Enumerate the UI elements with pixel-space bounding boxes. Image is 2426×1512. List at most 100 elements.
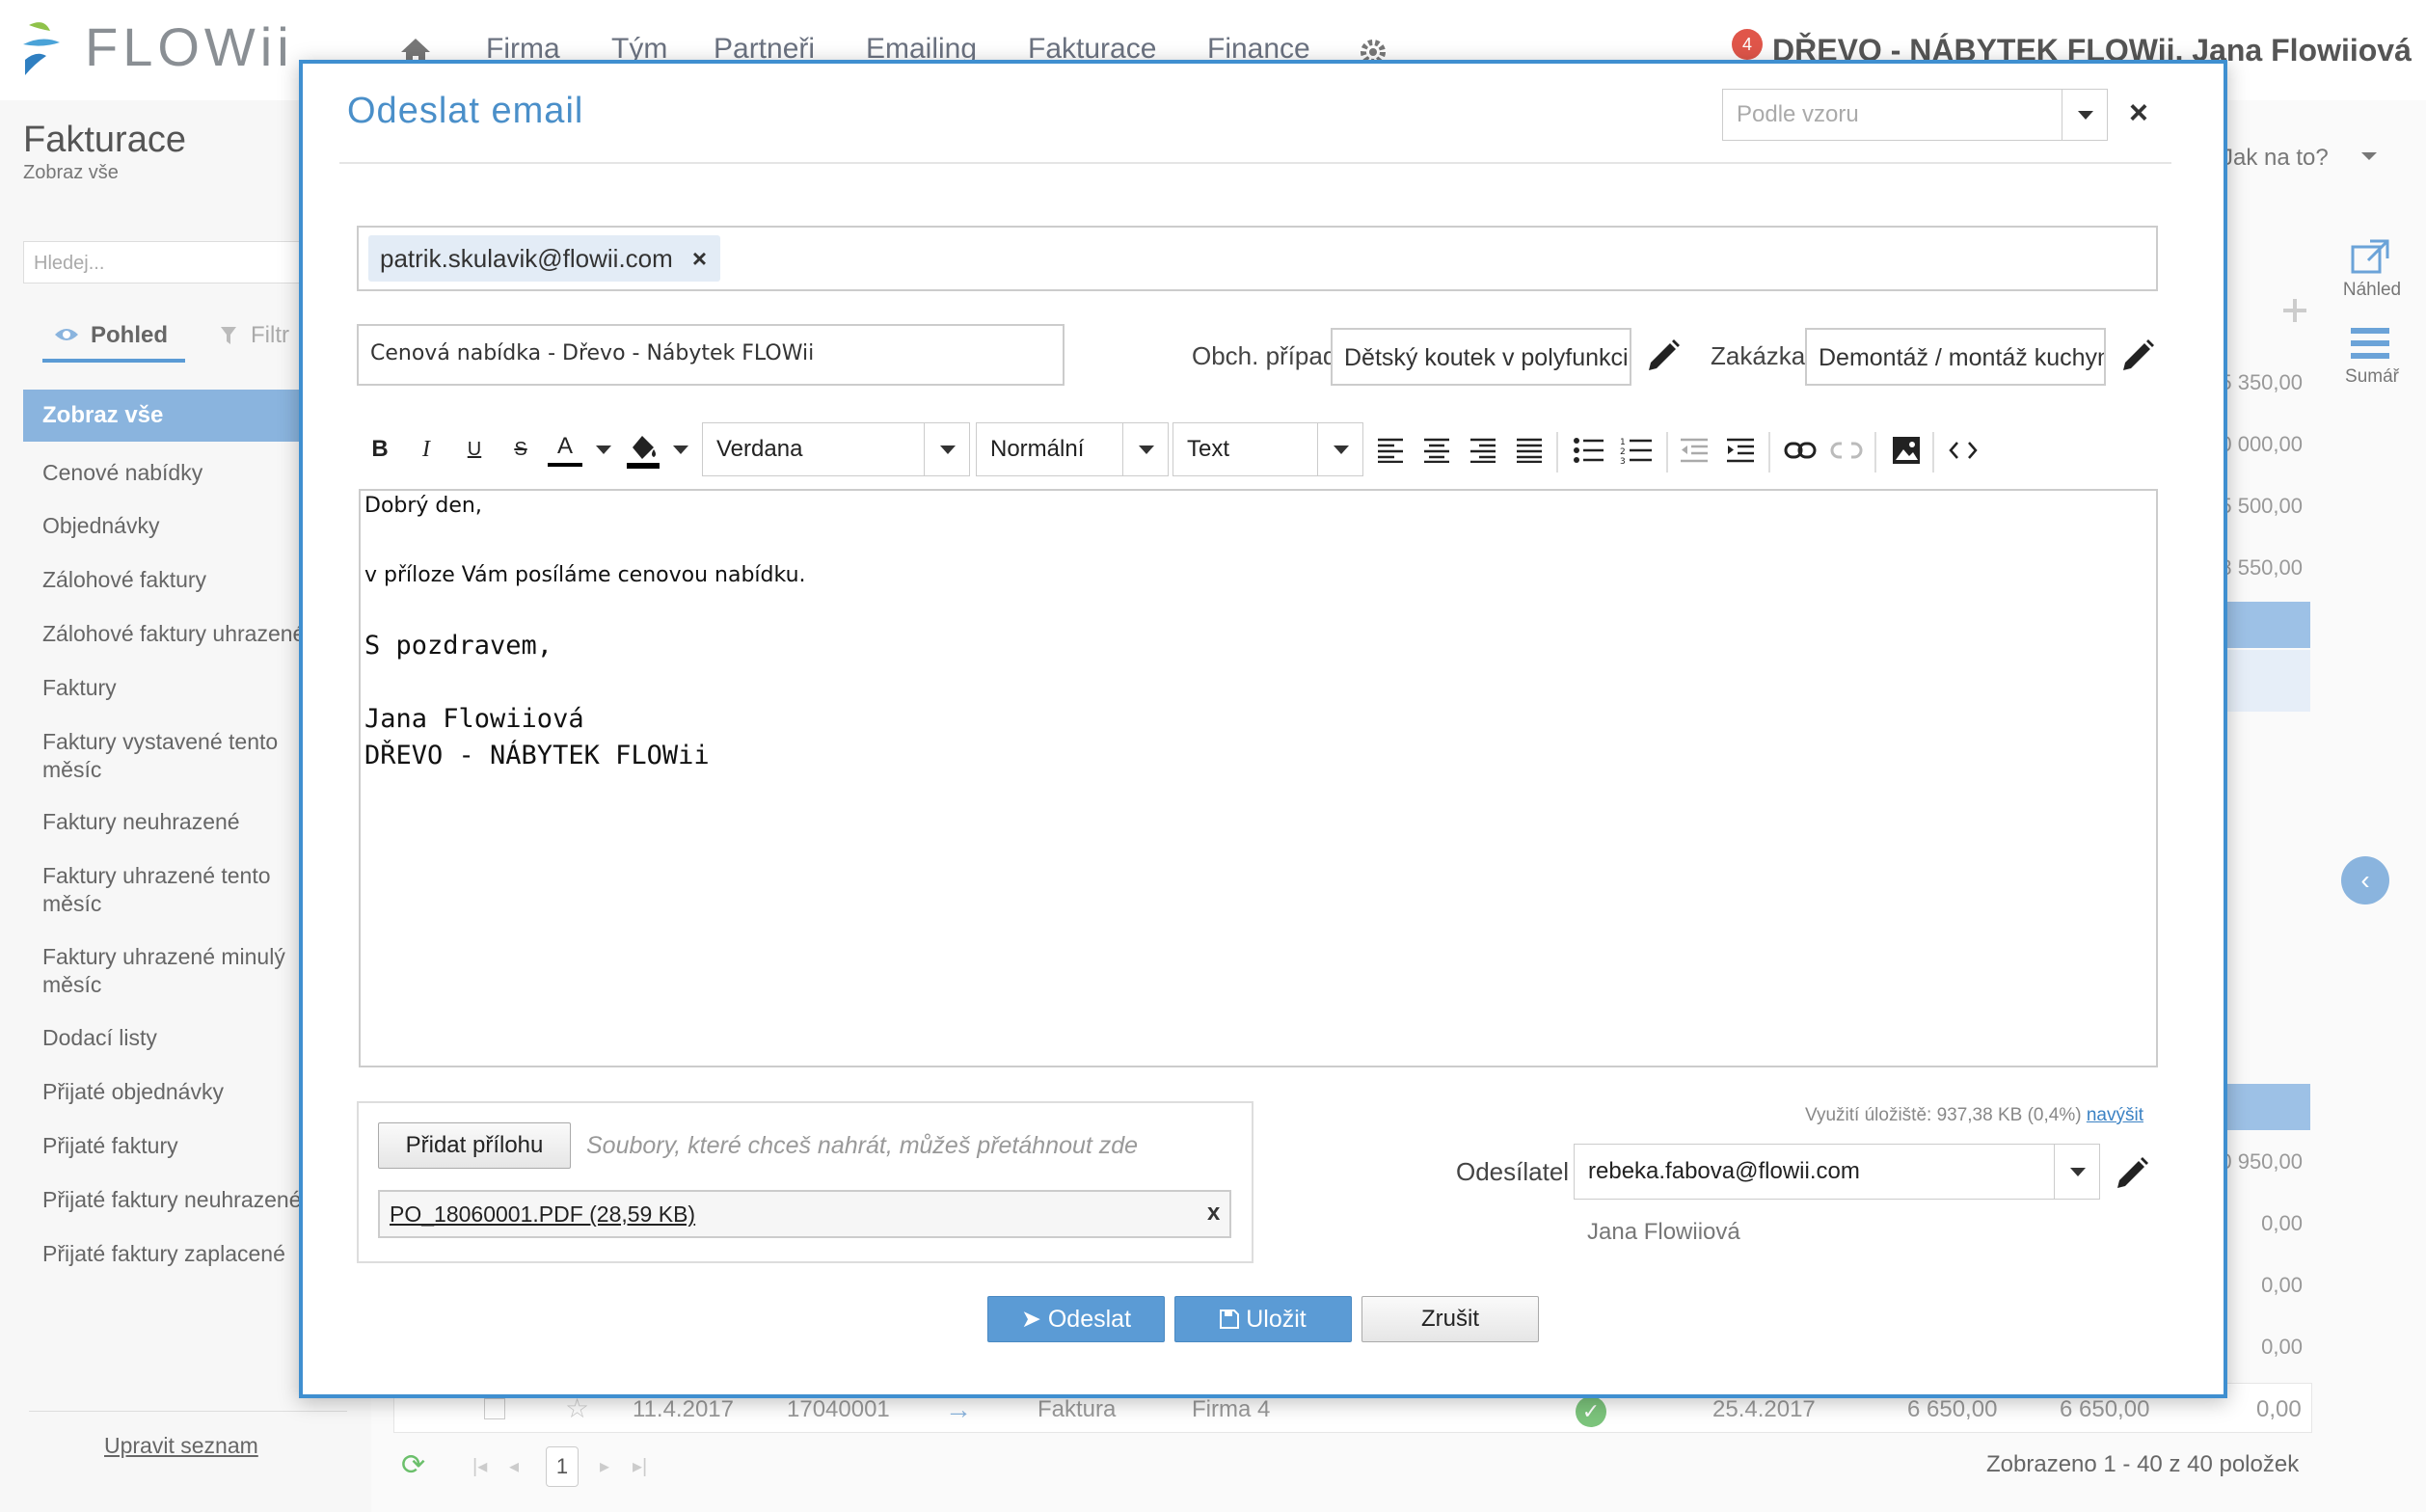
strikethrough-button[interactable]: S (503, 430, 538, 469)
summary-label[interactable]: Sumář (2333, 366, 2411, 388)
last-page-icon[interactable]: ▸| (633, 1454, 647, 1478)
toolbar-separator (1874, 432, 1876, 472)
notification-badge[interactable]: 4 (1732, 29, 1763, 60)
sidebar-item[interactable]: Faktury neuhrazené (42, 808, 303, 836)
table-row-selected[interactable] (2218, 602, 2310, 648)
toolbar-separator (1556, 432, 1558, 472)
list-summary-icon[interactable] (2349, 326, 2391, 361)
recipient-chip[interactable]: patrik.skulavik@flowii.com × (368, 235, 720, 282)
sidebar-item[interactable]: Zálohové faktury uhrazené (42, 620, 305, 648)
align-justify-icon[interactable] (1516, 438, 1543, 463)
add-plus-icon[interactable] (2281, 297, 2308, 324)
sender-select[interactable]: rebeka.fabova@flowii.com (1574, 1144, 2100, 1200)
floppy-disk-icon (1220, 1310, 1240, 1329)
subject-input[interactable]: Cenová nabídka - Dřevo - Nábytek FLOWii (357, 324, 1065, 386)
sidebar-item[interactable]: Objednávky (42, 512, 303, 540)
preview-label[interactable]: Náhled (2333, 280, 2411, 301)
eye-icon (54, 326, 79, 343)
font-color-button[interactable]: A (548, 430, 582, 467)
remove-attachment-icon[interactable]: x (1207, 1200, 1220, 1227)
bold-button[interactable]: B (363, 430, 397, 469)
business-case-input[interactable]: Dětský koutek v polyfunkci (1331, 328, 1631, 386)
prev-page-icon[interactable]: ◂ (509, 1454, 519, 1478)
sidebar-item[interactable]: Dodací listy (42, 1024, 303, 1052)
format-select[interactable]: Text (1173, 422, 1363, 476)
body-signature-name: Jana Flowiiová (364, 704, 584, 734)
next-page-icon[interactable]: ▸ (600, 1454, 609, 1478)
tab-view[interactable]: Pohled (91, 322, 168, 349)
edit-sender-pencil-icon[interactable] (2112, 1155, 2150, 1194)
logo-text[interactable]: FLOWii (85, 15, 294, 78)
save-button-label: Uložit (1246, 1306, 1307, 1333)
fill-bucket-icon[interactable] (627, 432, 660, 469)
svg-text:2: 2 (1620, 447, 1626, 457)
italic-button[interactable]: I (409, 430, 444, 469)
unlink-icon[interactable] (1830, 440, 1863, 461)
sidebar-item[interactable]: Přijaté objednávky (42, 1078, 303, 1106)
filter-icon (220, 326, 237, 345)
first-page-icon[interactable]: |◂ (472, 1454, 487, 1478)
cancel-button[interactable]: Zrušit (1361, 1296, 1539, 1342)
sidebar-item[interactable]: Faktury uhrazené tento měsíc (42, 862, 303, 918)
body-signature-company: DŘEVO - NÁBYTEK FLOWii (364, 741, 710, 770)
tab-filter[interactable]: Filtr (251, 322, 289, 349)
align-right-icon[interactable] (1469, 438, 1496, 463)
order-input[interactable]: Demontáž / montáž kuchyně (1805, 328, 2106, 386)
storage-usage: Využití úložiště: 937,38 KB (0,4%) navýš… (1805, 1105, 2143, 1126)
sidebar-divider (29, 1411, 347, 1412)
external-link-icon[interactable] (2349, 237, 2391, 276)
send-button[interactable]: ➤ Odeslat (987, 1296, 1165, 1342)
sidebar-item[interactable]: Přijaté faktury zaplacené (42, 1240, 303, 1268)
storage-upgrade-link[interactable]: navýšit (2087, 1105, 2143, 1125)
sidebar-item[interactable]: Faktury vystavené tento měsíc (42, 728, 303, 784)
edit-list-link[interactable]: Upravit seznam (104, 1433, 258, 1459)
sidebar-item[interactable]: Přijaté faktury (42, 1132, 303, 1160)
numbered-list-icon[interactable]: 123 (1620, 436, 1653, 465)
sidebar-item[interactable]: Faktury (42, 674, 303, 702)
table-row-hover[interactable] (2218, 650, 2310, 712)
refresh-icon[interactable]: ⟳ (401, 1448, 425, 1482)
source-code-icon[interactable] (1948, 440, 1979, 461)
remove-recipient-icon[interactable]: × (692, 244, 707, 273)
table-row-selected[interactable] (2218, 1084, 2310, 1130)
close-icon[interactable]: × (2129, 94, 2148, 132)
align-center-icon[interactable] (1423, 438, 1450, 463)
sidebar-item[interactable]: Cenové nabídky (42, 459, 303, 487)
font-family-select[interactable]: Verdana (702, 422, 970, 476)
sidebar-item[interactable]: Faktury uhrazené minulý měsíc (42, 943, 303, 999)
template-dropdown-chevron-icon[interactable] (2062, 90, 2107, 140)
outdent-icon[interactable] (1680, 438, 1709, 463)
fill-color-chevron-down-icon[interactable] (673, 446, 688, 454)
svg-text:3: 3 (1620, 457, 1626, 465)
attachment-file-link[interactable]: PO_18060001.PDF (28,59 KB) (390, 1202, 695, 1228)
current-page[interactable]: 1 (546, 1446, 579, 1487)
sidebar-search-input[interactable]: Hledej... (23, 241, 341, 284)
link-icon[interactable] (1784, 440, 1817, 461)
help-chevron-down-icon[interactable] (2360, 150, 2378, 162)
sender-chevron-icon[interactable] (2054, 1145, 2099, 1199)
bullet-list-icon[interactable] (1574, 438, 1604, 463)
sidebar-item[interactable]: Zálohové faktury (42, 566, 303, 594)
underline-button[interactable]: U (457, 430, 492, 469)
indent-icon[interactable] (1726, 438, 1755, 463)
align-left-icon[interactable] (1377, 438, 1404, 463)
row-checkbox[interactable] (484, 1398, 505, 1419)
sidebar-title: Fakturace (23, 120, 186, 160)
drop-zone-hint[interactable]: Soubory, které chceš nahrát, můžeš přetá… (586, 1132, 1138, 1160)
edit-case-pencil-icon[interactable] (1643, 338, 1682, 376)
help-link[interactable]: Jak na to? (2222, 145, 2329, 172)
font-color-chevron-down-icon[interactable] (596, 446, 611, 454)
row-total: 6 650,00 (1907, 1396, 1998, 1422)
collapse-chevron-left-icon[interactable]: ‹ (2341, 856, 2389, 904)
font-size-chevron-icon[interactable] (1122, 423, 1168, 475)
image-icon[interactable] (1892, 436, 1921, 465)
toolbar-separator (1666, 432, 1668, 472)
add-attachment-button[interactable]: Přidat přílohu (378, 1122, 571, 1169)
save-button[interactable]: Uložit (1174, 1296, 1352, 1342)
sidebar-item[interactable]: Přijaté faktury neuhrazené (42, 1186, 303, 1214)
font-size-select[interactable]: Normální (976, 422, 1169, 476)
edit-order-pencil-icon[interactable] (2117, 338, 2156, 376)
template-select[interactable]: Podle vzoru (1722, 89, 2108, 141)
font-family-chevron-icon[interactable] (924, 423, 969, 475)
format-chevron-icon[interactable] (1317, 423, 1362, 475)
